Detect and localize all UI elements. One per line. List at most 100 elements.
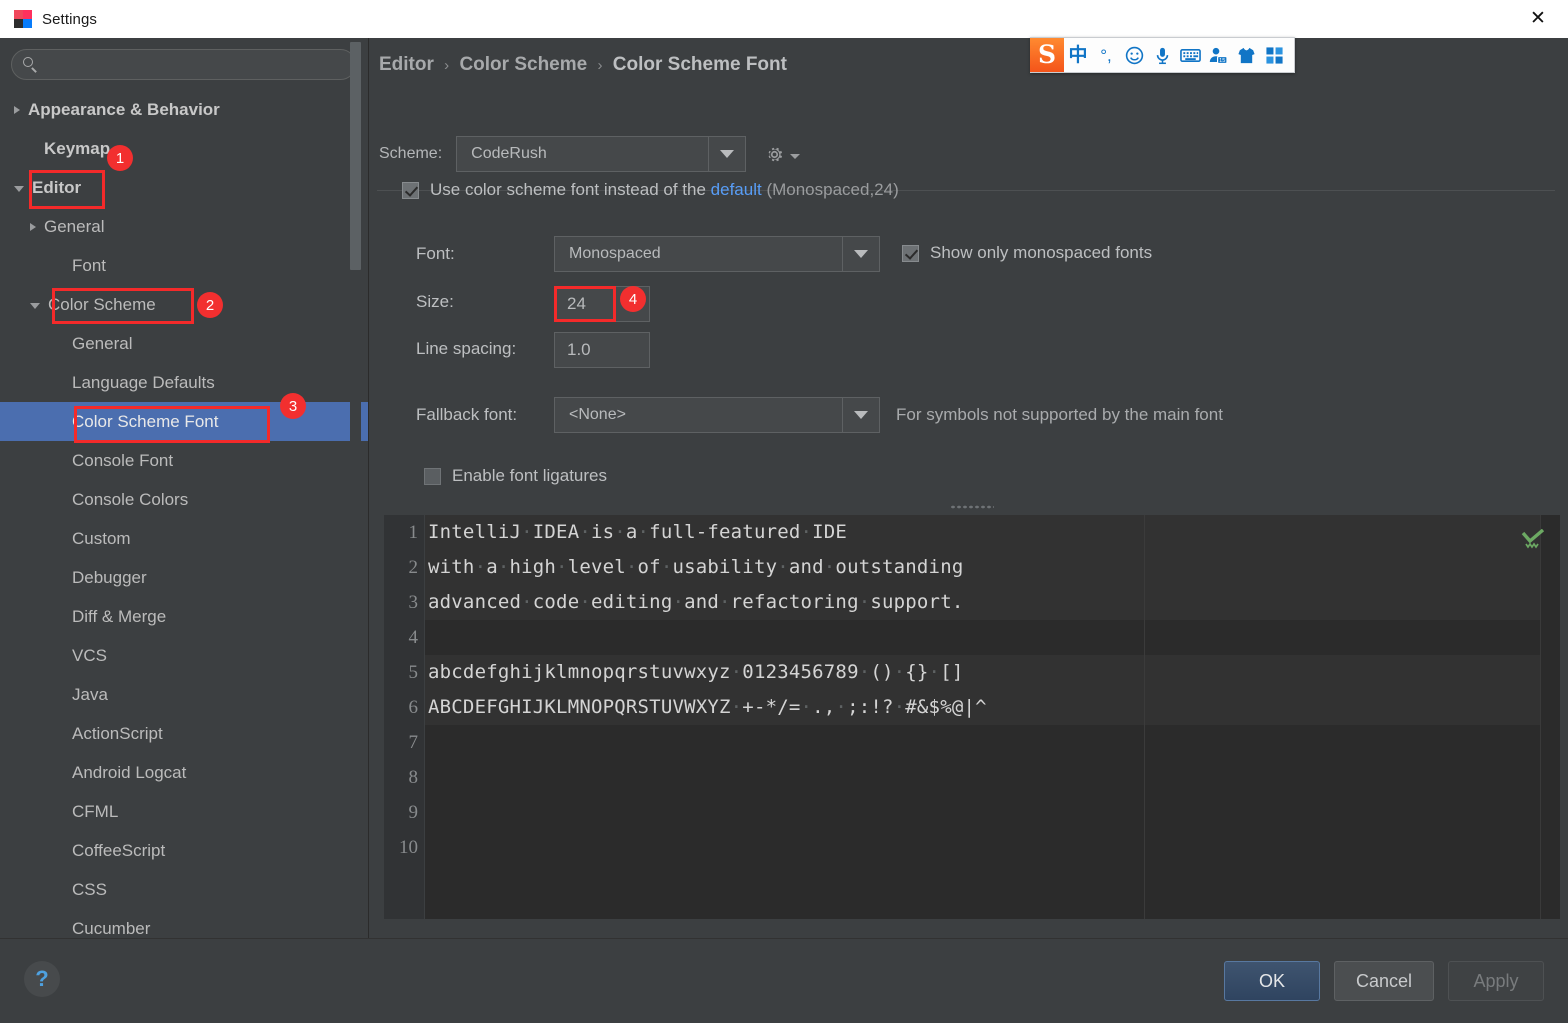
editor-right-margin-line [1144,515,1145,919]
line-spacing-label: Line spacing: [416,339,517,358]
chevron-right-icon[interactable] [30,222,36,231]
editor-code-line: ABCDEFGHIJKLMNOPQRSTUVWXYZ·+-*/=·.,·;:!?… [425,690,1560,725]
cancel-button[interactable]: Cancel [1334,961,1434,1001]
scheme-combobox[interactable]: CodeRush [456,136,747,172]
enable-ligatures-checkbox[interactable] [424,467,441,485]
sidebar-item-console-colors[interactable]: Console Colors [0,480,368,519]
intellij-idea-icon [14,10,32,28]
sidebar-item-java[interactable]: Java [0,675,368,714]
chevron-down-icon[interactable] [842,398,879,432]
breadcrumb-part-color-scheme-font: Color Scheme Font [612,54,787,75]
fallback-font-combobox[interactable]: <None> [554,397,880,433]
chevron-down-icon[interactable] [708,137,745,171]
close-icon[interactable]: ✕ [1508,0,1568,37]
chevron-right-icon[interactable] [14,105,20,114]
sidebar-item-color-scheme-font[interactable]: Color Scheme Font [0,402,368,441]
sidebar-scrollbar-thumb[interactable] [350,42,361,270]
editor-line-number: 10 [399,837,418,858]
sidebar-item-css[interactable]: CSS [0,870,368,909]
editor-code-line: IntelliJ·IDEA·is·a·full-featured·IDE [425,515,1560,550]
sidebar-item-custom[interactable]: Custom [0,519,368,558]
annotation-badge-3: 3 [280,393,306,419]
sidebar-item-language-defaults[interactable]: Language Defaults [0,363,368,402]
sidebar-item-cfml[interactable]: CFML [0,792,368,831]
sidebar-item-label: Java [72,684,108,704]
font-combobox[interactable]: Monospaced [554,236,880,272]
sidebar-item-keymap[interactable]: Keymap [0,129,368,168]
search-field-wrapper [11,49,356,80]
use-scheme-font-text-before: Use color scheme font instead of the [430,180,706,199]
search-icon [23,57,38,73]
editor-marker-strip[interactable] [1540,515,1560,919]
font-value: Monospaced [569,245,661,262]
chinese-mode-icon[interactable]: 中 [1064,39,1092,71]
sidebar-item-label: Diff & Merge [72,606,167,626]
editor-code-line: with·a·high·level·of·usability·and·outst… [425,550,1560,585]
sidebar-item-appearance-behavior[interactable]: Appearance & Behavior [0,90,368,129]
editor-code-line [425,760,1560,795]
editor-line-number: 9 [408,802,419,823]
sidebar-item-label: Appearance & Behavior [28,99,220,119]
sidebar-item-diff-merge[interactable]: Diff & Merge [0,597,368,636]
show-only-monospaced-row[interactable]: Show only monospaced fonts [902,243,1152,263]
skin-shirt-icon[interactable] [1232,39,1260,71]
default-font-link[interactable]: default [711,180,762,199]
sogou-logo-icon[interactable]: S [1030,37,1064,72]
annotation-badge-4: 4 [620,286,646,312]
sidebar-item-label: Custom [72,528,131,548]
use-scheme-font-row[interactable]: Use color scheme font instead of the def… [402,180,899,200]
toolbox-grid-icon[interactable] [1260,39,1288,71]
chevron-down-icon[interactable] [30,302,40,309]
sidebar-item-general[interactable]: General [0,207,368,246]
punctuation-icon[interactable]: °, [1092,39,1120,71]
sidebar-item-label: Language Defaults [72,372,215,392]
use-scheme-font-checkbox[interactable] [402,181,419,199]
sidebar-item-color-scheme[interactable]: Color Scheme [0,285,368,324]
chevron-down-icon[interactable] [14,185,24,192]
sidebar-item-debugger[interactable]: Debugger [0,558,368,597]
sidebar-item-console-font[interactable]: Console Font [0,441,368,480]
sidebar-item-label: Editor [32,177,82,197]
sidebar-item-editor[interactable]: Editor [0,168,368,207]
ime-toolbar[interactable]: S 中 °, 15 [1030,37,1295,73]
search-input[interactable] [38,56,355,73]
ok-button[interactable]: OK [1224,961,1320,1001]
user-account-icon[interactable]: 15 [1204,39,1232,71]
sidebar-item-cucumber[interactable]: Cucumber [0,909,368,938]
editor-line-number: 8 [408,767,419,788]
breadcrumb-part-editor[interactable]: Editor [379,54,434,75]
enable-ligatures-row[interactable]: Enable font ligatures [424,466,607,486]
chevron-down-icon[interactable] [842,237,879,271]
editor-line-number: 5 [408,662,419,683]
sidebar-item-label: CoffeeScript [72,840,166,860]
soft-keyboard-icon[interactable] [1176,39,1204,71]
search-field[interactable] [11,49,356,80]
scheme-settings-button[interactable] [764,144,801,165]
breadcrumb-part-color-scheme[interactable]: Color Scheme [459,54,587,75]
editor-line-number: 3 [408,592,419,613]
sidebar-item-font[interactable]: Font [0,246,368,285]
emoji-icon[interactable] [1120,39,1148,71]
line-spacing-value: 1.0 [567,340,591,359]
enable-ligatures-label: Enable font ligatures [452,466,607,485]
line-spacing-field[interactable]: 1.0 [554,332,650,368]
preview-splitter[interactable] [383,500,1561,514]
help-icon[interactable]: ? [24,961,60,997]
green-check-icon[interactable] [1520,529,1546,551]
sidebar-item-vcs[interactable]: VCS [0,636,368,675]
dialog-footer: ? OK Cancel Apply [0,938,1568,1023]
sidebar-item-actionscript[interactable]: ActionScript [0,714,368,753]
sidebar-item-label: Keymap [44,138,111,158]
font-preview-editor[interactable]: 1 2 3 4 5 6 7 8 9 10 IntelliJ·IDEA·is·a·full-feat… [383,514,1561,920]
show-only-monospaced-checkbox[interactable] [902,244,919,262]
editor-code-area[interactable]: IntelliJ·IDEA·is·a·full-featured·IDE with… [425,515,1560,919]
fallback-font-hint: For symbols not supported by the main fo… [896,405,1223,424]
sidebar-item-general[interactable]: General [0,324,368,363]
sidebar-item-coffeescript[interactable]: CoffeeScript [0,831,368,870]
sidebar-item-android-logcat[interactable]: Android Logcat [0,753,368,792]
settings-sidebar: Appearance & Behavior Keymap Editor General… [0,38,369,938]
editor-line-number: 4 [408,627,419,648]
apply-button[interactable]: Apply [1448,961,1544,1001]
scheme-value: CodeRush [471,145,547,162]
microphone-icon[interactable] [1148,39,1176,71]
